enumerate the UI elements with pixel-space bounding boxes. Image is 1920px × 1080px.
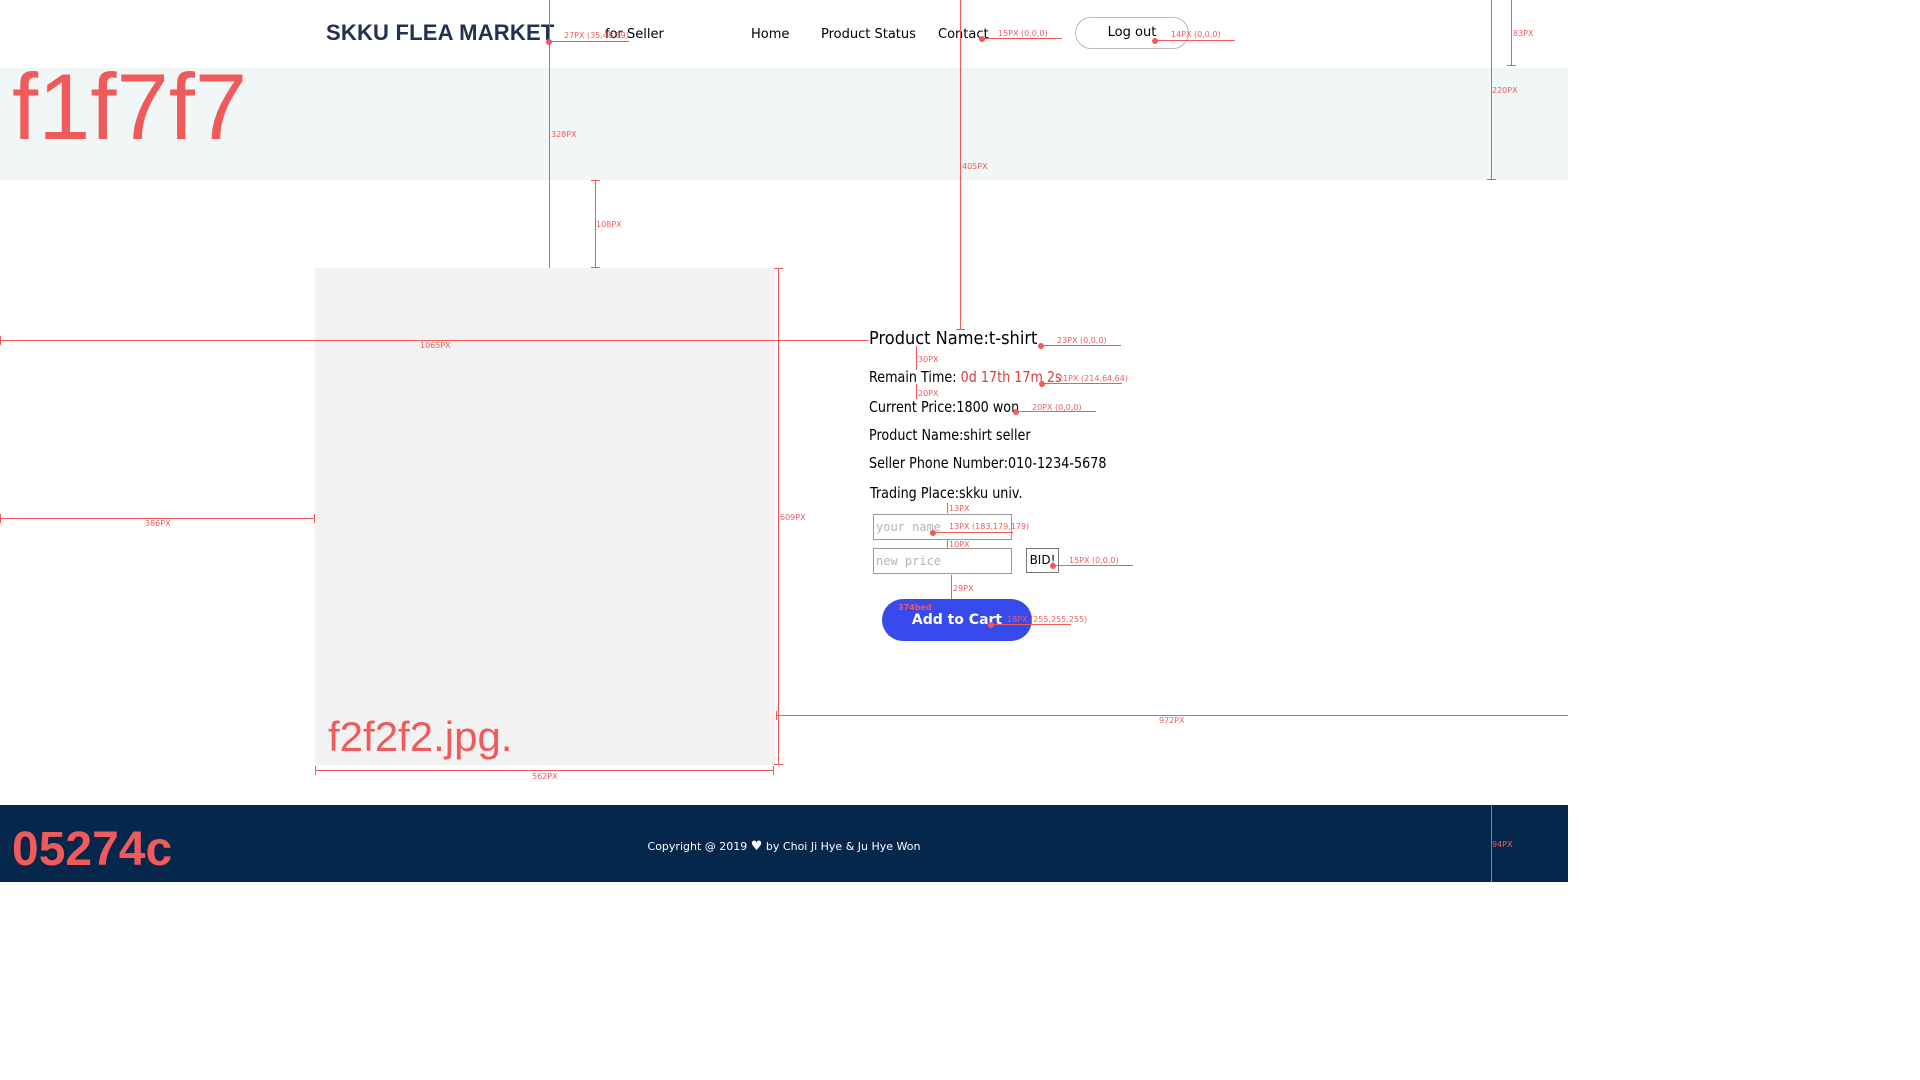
spec-line [314,514,315,523]
spec-220: 220PX [1492,86,1518,95]
spec-line [951,575,952,599]
copyright-suffix: by Choi Ji Hye & Ju Hye Won [765,840,921,853]
spec-10: 10PX [949,540,970,549]
hero-color-code: f1f7f7 [12,54,248,159]
spec-line [916,346,917,370]
site-footer: Copyright @ 2019 ♥ by Choi Ji Hye & Ju H… [0,805,1568,882]
seller-name-row: Product Name:shirt seller [869,426,1031,444]
spec-bid: 15PX (0,0,0) [1069,556,1119,565]
product-name-row: Product Name:t-shirt [869,328,1037,349]
spec-29: 29PX [953,584,974,593]
spec-dot [1152,38,1158,44]
spec-dot [1038,343,1044,349]
heart-icon: ♥ [750,839,763,854]
remain-time-row: Remain Time: 0d 17th 17m 2s [869,368,1062,386]
copyright-prefix: Copyright @ 2019 [647,840,748,853]
spec-328: 328PX [551,130,577,139]
spec-386: 386PX [145,519,171,528]
spec-line [956,329,965,330]
spec-94: 94PX [1492,840,1513,849]
copyright-text: Copyright @ 2019 ♥ by Choi Ji Hye & Ju H… [0,839,1568,854]
product-name-value: t-shirt [988,328,1038,349]
seller-name-label: Product Name: [869,426,964,444]
spec-line [549,41,629,42]
footer-color-code: 05274c [12,823,173,876]
seller-phone-label: Seller Phone Number: [869,454,1009,472]
new-price-input[interactable]: new price [873,548,1012,574]
nav-product-status[interactable]: Product Status [821,27,916,42]
current-price-row: Current Price:1800 won [869,398,1019,416]
spec-line [549,0,550,268]
spec-line [947,503,948,513]
spec-line [1042,383,1122,384]
spec-brand: 27PX (35,48,89) [564,31,629,40]
spec-dot [1050,563,1056,569]
spec-line [1053,565,1133,566]
spec-line [960,0,961,330]
spec-line [773,766,774,775]
current-price-value: 1800 won [956,398,1020,416]
spec-line [591,180,600,181]
spec-83: 83PX [1513,29,1534,38]
spec-108: 108PX [596,220,622,229]
spec-13: 13PX [949,504,970,513]
spec-dot [930,530,936,536]
spec-line [315,766,316,775]
current-price-label: Current Price: [869,398,957,416]
cart-color-note: 374bed [898,603,932,612]
seller-name-value: shirt seller [963,426,1031,444]
remain-time-label: Remain Time: [869,368,957,386]
spec-line [776,711,777,720]
spec-input: 13PX (183,179,179) [949,522,1030,531]
product-name-label: Product Name: [869,328,989,349]
spec-972: 972PX [1159,716,1185,725]
spec-dot [979,36,985,42]
spec-line [315,770,774,771]
spec-line [991,624,1071,625]
spec-nav: 15PX (0,0,0) [998,29,1048,38]
spec-1065: 1065PX [420,341,451,350]
spec-name: 23PX (0,0,0) [1057,336,1107,345]
spec-line [933,532,1013,533]
spec-line [982,38,1062,39]
spec-line [0,514,1,523]
spec-line [1487,179,1496,180]
nav-home[interactable]: Home [751,27,789,42]
spec-609: 609PX [780,513,806,522]
spec-line [1507,65,1516,66]
spec-line [0,336,1,345]
spec-line [1155,40,1235,41]
trading-place-value: skku univ. [959,484,1023,502]
spec-remain: 21PX (214,64,64) [1058,374,1128,383]
bid-button[interactable]: BID! [1026,548,1059,573]
spec-line [774,764,783,765]
spec-20: 20PX [918,389,939,398]
spec-line [774,268,783,269]
brand-logo-text[interactable]: SKKU FLEA MARKET [326,20,555,46]
spec-30: 30PX [918,355,939,364]
spec-562: 562PX [532,772,558,781]
spec-line [1511,0,1512,66]
spec-dot [1039,381,1045,387]
spec-line [591,267,600,268]
spec-line [947,540,948,548]
spec-cart: 18PX (255,255,255) [1007,615,1088,624]
spec-dot [1013,409,1019,415]
spec-line [1041,345,1121,346]
spec-line [778,268,779,765]
trading-place-label: Trading Place: [870,484,960,502]
spec-405: 405PX [962,162,988,171]
seller-phone-row: Seller Phone Number:010-1234-5678 [869,454,1106,472]
spec-line [916,384,917,399]
trading-place-row: Trading Place:skku univ. [870,484,1023,502]
spec-dot [988,622,994,628]
seller-phone-value: 010-1234-5678 [1008,454,1107,472]
spec-price: 20PX (0,0,0) [1032,403,1082,412]
spec-logout: 14PX (0,0,0) [1171,30,1221,39]
product-image-label: f2f2f2.jpg. [328,713,513,760]
product-image [315,268,775,765]
